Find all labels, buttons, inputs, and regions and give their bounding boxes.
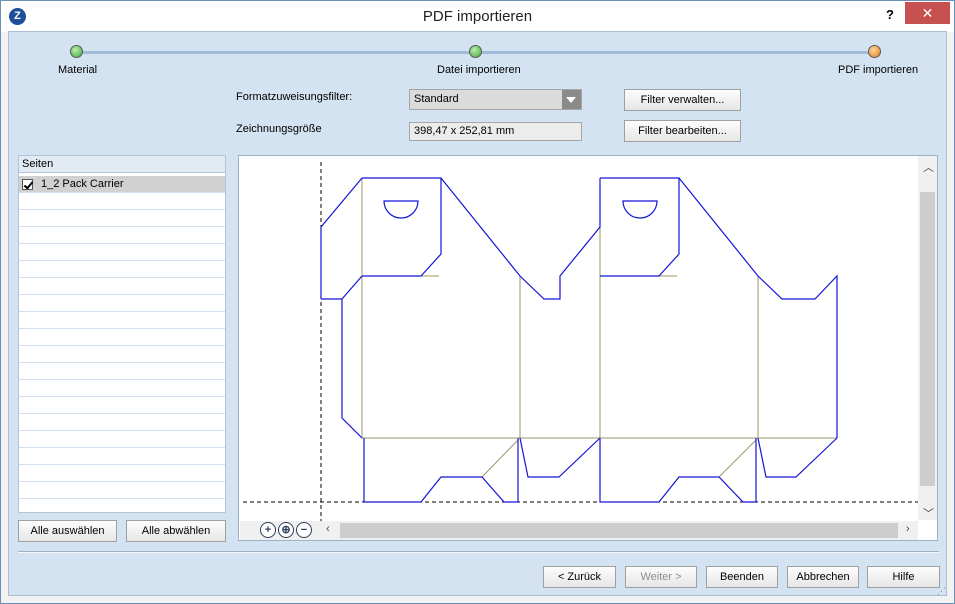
resize-grip-icon[interactable]: ⋰ bbox=[937, 586, 946, 597]
scroll-up-icon[interactable]: ︿ bbox=[923, 159, 934, 175]
finish-button[interactable]: Beenden bbox=[706, 566, 778, 588]
empty-list-row bbox=[19, 397, 225, 414]
step-dot-pdf-import bbox=[868, 45, 881, 58]
cut-lines bbox=[320, 177, 838, 503]
page-label: 1_2 Pack Carrier bbox=[41, 178, 124, 190]
drawing-size-field: 398,47 x 252,81 mm bbox=[409, 122, 582, 141]
back-button[interactable]: < Zurück bbox=[543, 566, 616, 588]
title-bar[interactable]: Z PDF importieren ? ✕ bbox=[1, 1, 954, 32]
horizontal-scroll-thumb[interactable] bbox=[340, 523, 898, 538]
empty-list-row bbox=[19, 295, 225, 312]
step-label-file-import: Datei importieren bbox=[437, 64, 521, 76]
empty-list-row bbox=[19, 261, 225, 278]
manage-filter-button[interactable]: Filter verwalten... bbox=[624, 89, 741, 111]
empty-list-row bbox=[19, 380, 225, 397]
zoom-fit-icon[interactable]: ⊕ bbox=[278, 522, 294, 538]
step-dot-file-import bbox=[469, 45, 482, 58]
cancel-button[interactable]: Abbrechen bbox=[787, 566, 859, 588]
pages-list-header: Seiten bbox=[19, 156, 225, 173]
format-filter-dropdown[interactable]: Standard bbox=[409, 89, 582, 110]
format-filter-value: Standard bbox=[414, 93, 459, 105]
empty-list-row bbox=[19, 193, 225, 210]
empty-list-row bbox=[19, 244, 225, 261]
help-button[interactable]: Hilfe bbox=[867, 566, 940, 588]
footer-divider bbox=[18, 551, 939, 553]
list-item[interactable]: 1_2 Pack Carrier bbox=[19, 176, 225, 193]
page-checkbox[interactable] bbox=[22, 179, 33, 190]
empty-list-row bbox=[19, 329, 225, 346]
window-title: PDF importieren bbox=[422, 8, 533, 25]
empty-list-row bbox=[19, 346, 225, 363]
step-dot-material bbox=[70, 45, 83, 58]
scroll-right-icon[interactable]: › bbox=[906, 523, 910, 535]
step-label-material: Material bbox=[58, 64, 98, 76]
empty-list-row bbox=[19, 431, 225, 448]
format-filter-label: Formatzuweisungsfilter: bbox=[236, 91, 353, 103]
help-title-button[interactable]: ? bbox=[879, 5, 901, 25]
step-label-pdf-import: PDF importieren bbox=[838, 64, 919, 76]
empty-list-row bbox=[19, 312, 225, 329]
select-all-button[interactable]: Alle auswählen bbox=[18, 520, 117, 542]
vertical-scroll-thumb[interactable] bbox=[920, 192, 935, 486]
empty-list-row bbox=[19, 448, 225, 465]
drawing-size-label: Zeichnungsgröße bbox=[236, 123, 322, 135]
zoom-out-icon[interactable]: − bbox=[296, 522, 312, 538]
deselect-all-button[interactable]: Alle abwählen bbox=[126, 520, 226, 542]
close-button[interactable]: ✕ bbox=[905, 2, 950, 24]
empty-list-row bbox=[19, 278, 225, 295]
empty-list-row bbox=[19, 210, 225, 227]
empty-list-row bbox=[19, 465, 225, 482]
scroll-left-icon[interactable]: ‹ bbox=[326, 523, 330, 535]
empty-list-row bbox=[19, 363, 225, 380]
empty-list-row bbox=[19, 227, 225, 244]
zoom-in-icon[interactable]: + bbox=[260, 522, 276, 538]
pages-list[interactable]: Seiten 1_2 Pack Carrier bbox=[18, 155, 226, 513]
pdf-preview-canvas[interactable] bbox=[238, 155, 938, 541]
empty-list-row bbox=[19, 482, 225, 499]
edit-filter-button[interactable]: Filter bearbeiten... bbox=[624, 120, 741, 142]
scroll-down-icon[interactable]: ﹀ bbox=[923, 505, 934, 521]
chevron-down-icon[interactable] bbox=[562, 90, 581, 109]
empty-list-row bbox=[19, 414, 225, 431]
next-button[interactable]: Weiter > bbox=[625, 566, 697, 588]
dieline-drawing bbox=[243, 162, 919, 522]
